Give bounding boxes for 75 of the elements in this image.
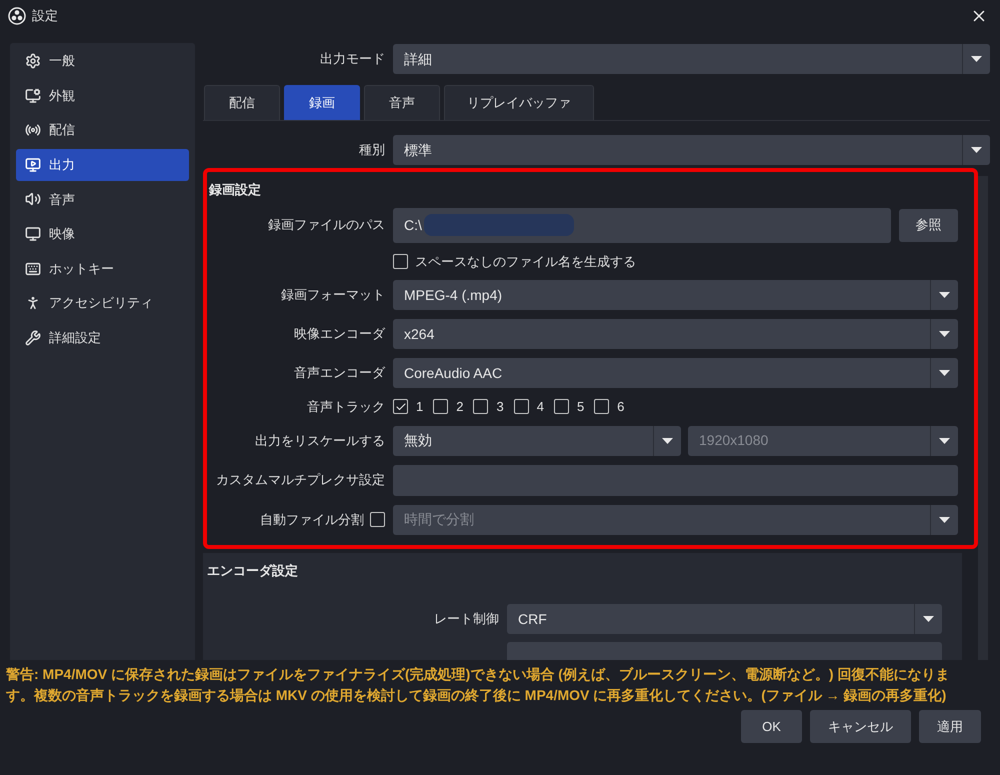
group-title: 録画設定 bbox=[208, 181, 262, 199]
checkbox[interactable] bbox=[393, 254, 408, 269]
dropdown[interactable]: 標準 bbox=[393, 135, 990, 165]
field-label: 出力をリスケールする bbox=[255, 432, 385, 450]
dialog-button[interactable]: キャンセル bbox=[810, 710, 911, 743]
caret-icon bbox=[939, 438, 950, 444]
dropdown[interactable]: 無効 bbox=[393, 426, 681, 456]
speaker-icon bbox=[25, 191, 41, 208]
sidebar-item[interactable]: 映像 bbox=[16, 218, 189, 250]
caret-icon bbox=[939, 292, 950, 298]
check-icon bbox=[394, 400, 406, 413]
sidebar-item[interactable]: 配信 bbox=[16, 114, 189, 146]
dialog-button[interactable]: 適用 bbox=[919, 710, 981, 743]
keyboard-icon bbox=[25, 260, 41, 277]
field-label: カスタムマルチプレクサ設定 bbox=[216, 471, 385, 490]
field-label: 自動ファイル分割 bbox=[260, 510, 364, 529]
antenna-icon bbox=[25, 122, 41, 138]
track-number: 3 bbox=[496, 398, 504, 416]
tab[interactable]: 音声 bbox=[364, 85, 440, 120]
sidebar-item[interactable]: ホットキー bbox=[16, 252, 189, 285]
app-logo-icon bbox=[8, 7, 26, 25]
sidebar-item[interactable]: 詳細設定 bbox=[16, 322, 189, 354]
field-label: 録画ファイルのパス bbox=[268, 216, 385, 234]
browse-button[interactable]: 参照 bbox=[899, 208, 958, 242]
sidebar-item[interactable]: 一般 bbox=[16, 45, 189, 77]
caret-icon bbox=[971, 147, 982, 153]
checkbox[interactable] bbox=[554, 399, 569, 414]
checkbox[interactable] bbox=[393, 399, 408, 414]
dialog-button[interactable]: OK bbox=[741, 710, 802, 743]
caret-icon bbox=[939, 331, 950, 337]
track-number: 1 bbox=[416, 398, 424, 416]
text-field[interactable] bbox=[393, 464, 958, 496]
track-number: 5 bbox=[576, 398, 584, 416]
sidebar-item[interactable]: 出力 bbox=[16, 148, 189, 181]
field-label: 出力モード bbox=[320, 50, 385, 68]
caret-icon bbox=[939, 370, 950, 376]
monitor-icon bbox=[25, 88, 41, 104]
checkbox[interactable] bbox=[514, 399, 529, 414]
dropdown[interactable]: CRF bbox=[507, 604, 942, 634]
track-number: 6 bbox=[617, 398, 624, 416]
checkbox[interactable] bbox=[433, 399, 448, 414]
dropdown[interactable]: 詳細 bbox=[393, 44, 990, 74]
tab[interactable]: 録画 bbox=[284, 85, 360, 120]
caret-icon bbox=[971, 56, 982, 62]
field-label: 音声トラック bbox=[307, 398, 385, 416]
tools-icon bbox=[25, 330, 41, 346]
window-title: 設定 bbox=[32, 7, 58, 26]
scrollbar[interactable] bbox=[978, 176, 988, 660]
field-label: 種別 bbox=[359, 141, 385, 160]
checkbox-label: スペースなしのファイル名を生成する bbox=[415, 252, 636, 270]
field-label: レート制御 bbox=[434, 610, 499, 628]
gear-icon bbox=[25, 53, 41, 69]
caret-icon bbox=[923, 616, 934, 622]
sidebar-item[interactable]: アクセシビリティ bbox=[16, 287, 189, 320]
tab[interactable]: 配信 bbox=[204, 85, 280, 120]
checkbox[interactable] bbox=[594, 399, 610, 414]
track-number: 2 bbox=[456, 398, 464, 416]
dropdown[interactable]: CoreAudio AAC bbox=[393, 358, 958, 388]
screen-camera-icon bbox=[25, 156, 41, 173]
field-label: 映像エンコーダ bbox=[294, 325, 385, 344]
group-title: エンコーダ設定 bbox=[207, 562, 299, 580]
checkbox[interactable] bbox=[473, 399, 488, 414]
monitor-icon bbox=[25, 226, 41, 242]
dropdown[interactable]: x264 bbox=[393, 319, 958, 349]
path-field[interactable]: C:\ bbox=[393, 208, 891, 242]
dropdown[interactable]: MPEG-4 (.mp4) bbox=[393, 280, 958, 310]
field-label: 音声エンコーダ bbox=[294, 364, 385, 382]
caret-icon bbox=[939, 516, 950, 522]
warning-text: 警告: MP4/MOV に保存された録画はファイルをファイナライズ(完成処理)できない場合 (例えば、ブルースクリーン、電源断など。) 回復不能になります。複数の音声トラックを録画する場合は MKV の使用を検討して録画の終了後に MP4/MOV に再多重化してください。(ファイル → 録画の再多重化) bbox=[6, 665, 950, 705]
caret-icon bbox=[662, 438, 673, 444]
tab[interactable]: リプレイバッファ bbox=[444, 85, 594, 120]
sidebar-item[interactable]: 音声 bbox=[16, 183, 189, 216]
track-number: 4 bbox=[536, 398, 544, 416]
sidebar-item[interactable]: 外観 bbox=[16, 80, 189, 112]
field-label: 録画フォーマット bbox=[281, 286, 385, 304]
